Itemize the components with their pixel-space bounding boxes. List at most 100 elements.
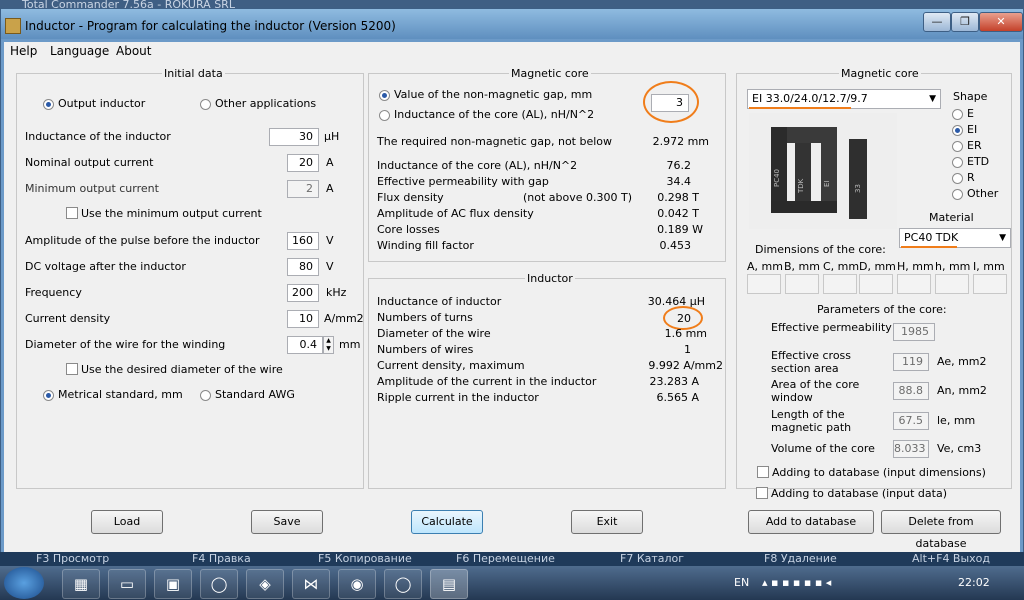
metric-standard-radio[interactable] [43, 390, 54, 401]
shape-other-radio[interactable] [952, 189, 963, 200]
dim-a-input[interactable] [747, 274, 781, 294]
floppy-icon[interactable]: ▣ [154, 569, 192, 599]
dim-c-input[interactable] [823, 274, 857, 294]
dimensions-title: Dimensions of the core: [755, 243, 886, 256]
other-applications-label: Other applications [215, 97, 317, 110]
menu-language[interactable]: Language [50, 44, 109, 58]
fkey-f8[interactable]: F8 Удаление [764, 552, 837, 565]
dim-d-input[interactable] [859, 274, 893, 294]
dim-d-label: D, mm [859, 260, 896, 273]
fkey-f5[interactable]: F5 Копирование [318, 552, 412, 565]
core-al-label: Inductance of the core (AL), nH/N^2 [394, 108, 595, 121]
start-button[interactable] [4, 567, 44, 599]
fkey-f6[interactable]: F6 Перемещение [456, 552, 555, 565]
annotation-circle-gap [643, 81, 699, 123]
dim-i-input[interactable] [973, 274, 1007, 294]
pdf-icon[interactable]: ◈ [246, 569, 284, 599]
core-type-dropdown[interactable]: EI 33.0/24.0/12.7/9.7 ▼ [747, 89, 941, 109]
window-titlebar[interactable]: Inductor - Program for calculating the i… [1, 9, 1023, 39]
maximize-button[interactable]: ❐ [951, 12, 979, 32]
minimize-button[interactable]: — [923, 12, 951, 32]
calculate-button[interactable]: Calculate [411, 510, 483, 534]
language-indicator[interactable]: EN [734, 576, 749, 589]
shape-title: Shape [953, 90, 988, 103]
delete-from-database-button[interactable]: Delete from database [881, 510, 1001, 550]
dim-i-label: I, mm [973, 260, 1005, 273]
taskbar-app-1-icon[interactable]: ▦ [62, 569, 100, 599]
shape-er-radio[interactable] [952, 141, 963, 152]
opera-icon[interactable]: ◯ [200, 569, 238, 599]
minimum-current-input[interactable]: 2 [287, 180, 319, 198]
magnetic-core-right-title: Magnetic core [839, 67, 921, 80]
shape-r-label: R [967, 171, 975, 184]
dim-b-label: B, mm [784, 260, 820, 273]
exit-button[interactable]: Exit [571, 510, 643, 534]
param-area-label: Effective cross section area [771, 349, 852, 375]
other-applications-radio[interactable] [200, 99, 211, 110]
fkey-f7[interactable]: F7 Каталог [620, 552, 684, 565]
shape-ei-radio[interactable] [952, 125, 963, 136]
material-dropdown[interactable]: PC40 TDK ▼ [899, 228, 1011, 248]
dc-voltage-input[interactable]: 80 [287, 258, 319, 276]
tray-icons: ▴ ▪ ▪ ▪ ▪ ▪ ◂ [762, 576, 832, 589]
save-button[interactable]: Save [251, 510, 323, 534]
flux-density-note: (not above 0.300 T) [523, 191, 633, 204]
shape-etd-label: ETD [967, 155, 990, 168]
ripple-current-value: 6.565 A [656, 391, 699, 404]
app-icon [5, 18, 21, 34]
parameters-title: Parameters of the core: [817, 303, 947, 316]
shape-er-label: ER [967, 139, 982, 152]
core-losses-value: 0.189 W [657, 223, 703, 236]
awg-standard-radio[interactable] [200, 390, 211, 401]
frequency-input[interactable]: 200 [287, 284, 319, 302]
ac-flux-value: 0.042 T [657, 207, 699, 220]
opera-icon-2[interactable]: ◯ [384, 569, 422, 599]
close-button[interactable]: ✕ [979, 12, 1023, 32]
annotation-underline-core [749, 107, 851, 109]
current-density-input[interactable]: 10 [287, 310, 319, 328]
clock[interactable]: 22:02 [958, 576, 990, 589]
use-min-current-checkbox[interactable] [66, 207, 78, 219]
param-path-unit: le, mm [937, 414, 976, 427]
shape-r-radio[interactable] [952, 173, 963, 184]
dim-h2-label: h, mm [935, 260, 971, 273]
gap-value-radio[interactable] [379, 90, 390, 101]
fkey-altf4[interactable]: Alt+F4 Выход [912, 552, 990, 565]
wire-diameter-spinner[interactable]: ▲ ▼ [323, 336, 334, 354]
required-gap-value: 2.972 mm [652, 135, 709, 148]
fkey-f3[interactable]: F3 Просмотр [36, 552, 109, 565]
add-to-database-button[interactable]: Add to database [748, 510, 874, 534]
nominal-current-input[interactable]: 20 [287, 154, 319, 172]
inductance-input[interactable]: 30 [269, 128, 319, 146]
chrome-icon[interactable]: ◉ [338, 569, 376, 599]
db-dimensions-label: Adding to database (input dimensions) [772, 466, 986, 479]
shape-e-radio[interactable] [952, 109, 963, 120]
visual-studio-icon[interactable]: ⋈ [292, 569, 330, 599]
param-window-value: 88.8 [893, 382, 929, 400]
folder-icon[interactable]: ▭ [108, 569, 146, 599]
pulse-amplitude-input[interactable]: 160 [287, 232, 319, 250]
shape-etd-radio[interactable] [952, 157, 963, 168]
output-inductor-radio[interactable] [43, 99, 54, 110]
wire-diameter-label: Diameter of the wire for the winding [25, 338, 226, 351]
initial-data-title: Initial data [162, 67, 225, 80]
core-al-radio[interactable] [379, 110, 390, 121]
db-dimensions-checkbox[interactable] [757, 466, 769, 478]
use-wire-diameter-checkbox[interactable] [66, 363, 78, 375]
db-data-checkbox[interactable] [756, 487, 768, 499]
menu-help[interactable]: Help [10, 44, 37, 58]
awg-standard-label: Standard AWG [215, 388, 295, 401]
menu-about[interactable]: About [116, 44, 151, 58]
param-area-unit: Ae, mm2 [937, 355, 987, 368]
use-wire-diameter-label: Use the desired diameter of the wire [81, 363, 283, 376]
current-amplitude-value: 23.283 A [649, 375, 699, 388]
dim-b-input[interactable] [785, 274, 819, 294]
dim-h-input[interactable] [897, 274, 931, 294]
load-button[interactable]: Load [91, 510, 163, 534]
fkey-f4[interactable]: F4 Правка [192, 552, 251, 565]
shape-ei-label: EI [967, 123, 978, 136]
inductor-app-icon[interactable]: ▤ [430, 569, 468, 599]
chevron-down-icon: ▼ [999, 233, 1006, 243]
wire-diameter-input[interactable]: 0.4 [287, 336, 323, 354]
dim-h2-input[interactable] [935, 274, 969, 294]
